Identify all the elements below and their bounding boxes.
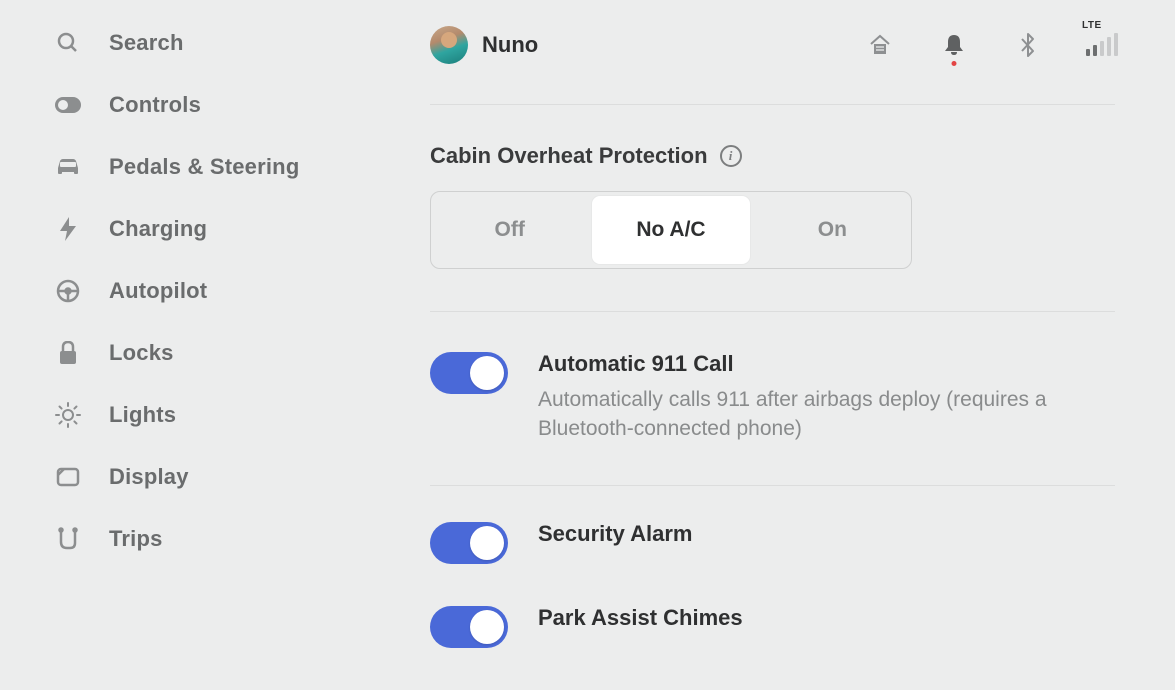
sidebar: Search Controls Pedals & Steering Chargi…: [0, 0, 380, 661]
notification-dot: [952, 61, 957, 66]
bluetooth-icon[interactable]: [1015, 32, 1041, 58]
display-icon: [55, 464, 81, 490]
car-icon: [55, 154, 81, 180]
bolt-icon: [55, 216, 81, 242]
sidebar-item-label: Autopilot: [109, 278, 207, 304]
sidebar-item-label: Search: [109, 30, 184, 56]
sidebar-item-label: Charging: [109, 216, 207, 242]
info-icon[interactable]: i: [720, 145, 742, 167]
toggle-icon: [55, 92, 81, 118]
main-panel: Nuno LTE: [380, 0, 1175, 661]
cop-option-off[interactable]: Off: [431, 192, 588, 268]
notifications-icon[interactable]: [941, 32, 967, 58]
park-assist-switch[interactable]: [430, 606, 508, 648]
section-safety-toggles: Automatic 911 Call Automatically calls 9…: [430, 312, 1115, 485]
topbar: Nuno LTE: [430, 26, 1115, 104]
sidebar-item-autopilot[interactable]: Autopilot: [55, 278, 350, 304]
sidebar-item-controls[interactable]: Controls: [55, 92, 350, 118]
sidebar-item-charging[interactable]: Charging: [55, 216, 350, 242]
sidebar-item-trips[interactable]: Trips: [55, 526, 350, 552]
toggle-title: Security Alarm: [538, 520, 1115, 549]
toggle-title: Park Assist Chimes: [538, 604, 1115, 633]
section-title: Cabin Overheat Protection: [430, 143, 708, 169]
sidebar-item-label: Lights: [109, 402, 176, 428]
sidebar-item-pedals-steering[interactable]: Pedals & Steering: [55, 154, 350, 180]
toggle-title: Automatic 911 Call: [538, 350, 1115, 379]
sidebar-item-label: Pedals & Steering: [109, 154, 299, 180]
sidebar-item-search[interactable]: Search: [55, 30, 350, 56]
toggle-row-park-assist: Park Assist Chimes: [430, 604, 1115, 648]
lock-icon: [55, 340, 81, 366]
search-icon: [55, 30, 81, 56]
section-cabin-overheat-protection: Cabin Overheat Protection i Off No A/C O…: [430, 105, 1115, 311]
sidebar-item-label: Locks: [109, 340, 174, 366]
toggle-row-auto-911: Automatic 911 Call Automatically calls 9…: [430, 350, 1115, 443]
sidebar-item-display[interactable]: Display: [55, 464, 350, 490]
toggle-row-security-alarm: Security Alarm: [430, 520, 1115, 564]
profile-name: Nuno: [482, 32, 538, 58]
sidebar-item-locks[interactable]: Locks: [55, 340, 350, 366]
steering-wheel-icon: [55, 278, 81, 304]
cop-option-no-ac[interactable]: No A/C: [592, 196, 749, 264]
sidebar-item-label: Trips: [109, 526, 163, 552]
cell-signal-icon[interactable]: LTE: [1089, 32, 1115, 58]
sidebar-item-label: Display: [109, 464, 189, 490]
toggle-description: Automatically calls 911 after airbags de…: [538, 385, 1115, 444]
sun-icon: [55, 402, 81, 428]
status-icons: LTE: [867, 32, 1115, 58]
security-alarm-switch[interactable]: [430, 522, 508, 564]
homelink-icon[interactable]: [867, 32, 893, 58]
cop-option-on[interactable]: On: [754, 192, 911, 268]
signal-network-label: LTE: [1082, 20, 1102, 31]
profile-chip[interactable]: Nuno: [430, 26, 538, 64]
route-icon: [55, 526, 81, 552]
cop-segmented-control: Off No A/C On: [430, 191, 912, 269]
auto-911-switch[interactable]: [430, 352, 508, 394]
section-security-toggles: Security Alarm Park Assist Chimes: [430, 486, 1115, 690]
sidebar-item-lights[interactable]: Lights: [55, 402, 350, 428]
sidebar-item-label: Controls: [109, 92, 201, 118]
avatar: [430, 26, 468, 64]
